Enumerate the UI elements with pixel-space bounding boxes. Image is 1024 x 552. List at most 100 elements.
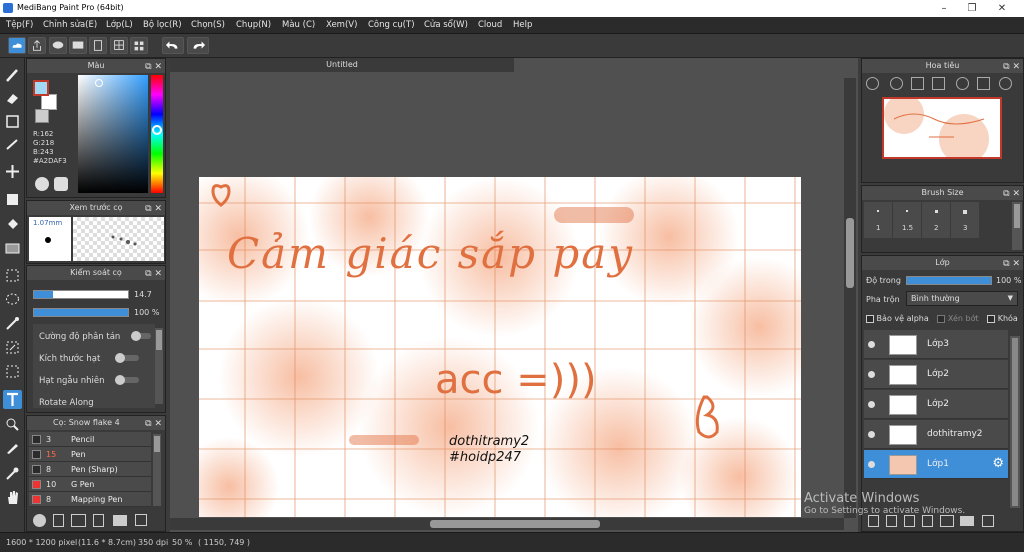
random-particle-slider[interactable] bbox=[115, 375, 139, 385]
visibility-icon[interactable] bbox=[868, 431, 875, 438]
brush-opacity-value[interactable]: 100 % bbox=[134, 308, 159, 317]
protect-alpha-checkbox[interactable] bbox=[866, 314, 874, 323]
magic-wand-icon[interactable] bbox=[3, 314, 22, 333]
new-folder-layer-icon[interactable] bbox=[904, 515, 915, 527]
add-brush-icon[interactable] bbox=[33, 514, 46, 527]
particle-size-slider[interactable] bbox=[115, 353, 139, 363]
brush-item[interactable]: 3 Pencil bbox=[29, 432, 151, 447]
new-layer-icon[interactable] bbox=[868, 515, 879, 527]
select-tool-icon[interactable] bbox=[3, 266, 22, 285]
select-pen-icon[interactable] bbox=[3, 338, 22, 357]
new-brush-icon[interactable] bbox=[53, 514, 64, 527]
zoom-in-icon[interactable] bbox=[866, 77, 879, 90]
lock-checkbox[interactable] bbox=[987, 314, 996, 323]
rectangle-tool-icon[interactable] bbox=[3, 112, 22, 131]
horizontal-scrollbar[interactable] bbox=[170, 518, 844, 530]
brush-size-preset[interactable]: 1 bbox=[864, 202, 892, 238]
select-eraser-icon[interactable] bbox=[3, 362, 22, 381]
pen-tool-icon[interactable] bbox=[3, 438, 22, 457]
bucket-tool-icon[interactable] bbox=[3, 215, 22, 234]
share-icon[interactable] bbox=[28, 37, 46, 54]
gear-icon[interactable]: ⚙ bbox=[992, 456, 1004, 471]
document-icon[interactable] bbox=[89, 37, 107, 54]
brush-list-scrollbar[interactable] bbox=[153, 434, 161, 506]
brush-size-preset[interactable]: 3 bbox=[951, 202, 979, 238]
palette-icon[interactable] bbox=[54, 177, 68, 191]
foreground-color-swatch[interactable] bbox=[33, 80, 49, 96]
background-color-swatch[interactable] bbox=[41, 94, 57, 110]
menu-tools[interactable]: Công cụ(T) bbox=[368, 20, 415, 30]
visibility-icon[interactable] bbox=[868, 401, 875, 408]
new-halftone-layer-icon[interactable] bbox=[886, 515, 897, 527]
menu-window[interactable]: Cửa sổ(W) bbox=[424, 20, 468, 30]
layer-row[interactable]: Lớp2 bbox=[864, 360, 1008, 389]
menu-cloud[interactable]: Cloud bbox=[478, 20, 502, 30]
menu-edit[interactable]: Chỉnh sửa(E) bbox=[43, 20, 97, 30]
transparent-swatch[interactable] bbox=[35, 109, 49, 123]
brush-size-preset[interactable]: 1.5 bbox=[893, 202, 921, 238]
brush-size-preset[interactable]: 2 bbox=[922, 202, 950, 238]
folder-icon[interactable] bbox=[113, 515, 127, 526]
layer-row-selected[interactable]: Lớp1 ⚙ bbox=[864, 450, 1008, 479]
layer-list-scrollbar[interactable] bbox=[1010, 336, 1020, 508]
rotate-right-icon[interactable] bbox=[999, 77, 1012, 90]
brush-item[interactable]: 8 Pen (Sharp) bbox=[29, 462, 151, 477]
fill-rect-tool-icon[interactable] bbox=[3, 190, 22, 209]
actual-size-icon[interactable] bbox=[932, 77, 945, 90]
layer-opacity-slider[interactable] bbox=[906, 276, 992, 285]
layer-row[interactable]: dothitramy2 bbox=[864, 420, 1008, 449]
operation-tool-icon[interactable] bbox=[3, 415, 22, 434]
navigator-thumbnail[interactable] bbox=[882, 97, 1002, 159]
lasso-tool-icon[interactable] bbox=[3, 290, 22, 309]
brush-item[interactable]: 8 Mapping Pen bbox=[29, 492, 151, 507]
brush-size-value[interactable]: 14.7 bbox=[134, 290, 152, 299]
eraser-tool-icon[interactable] bbox=[3, 89, 22, 108]
delete-layer-icon[interactable] bbox=[982, 515, 994, 527]
duplicate-layer-icon[interactable] bbox=[922, 515, 933, 527]
layer-row[interactable]: Lớp2 bbox=[864, 390, 1008, 419]
folder-icon[interactable] bbox=[960, 516, 974, 526]
brush-item[interactable]: 10 G Pen bbox=[29, 477, 151, 492]
panel-controls-icon[interactable]: ⧉ ✕ bbox=[145, 417, 162, 431]
layer-opacity-value[interactable]: 100 % bbox=[996, 276, 1021, 285]
brush-size-scrollbar[interactable] bbox=[1012, 202, 1022, 250]
duplicate-brush-icon[interactable] bbox=[135, 514, 147, 526]
brush-opacity-slider[interactable] bbox=[33, 308, 129, 317]
gradient-tool-icon[interactable] bbox=[3, 239, 22, 258]
move-tool-icon[interactable] bbox=[3, 162, 22, 181]
menu-view[interactable]: Xem(V) bbox=[326, 20, 357, 30]
brush-control-scrollbar[interactable] bbox=[155, 328, 163, 404]
panel-controls-icon[interactable]: ⧉ ✕ bbox=[1003, 187, 1020, 201]
menu-select[interactable]: Chọn(S) bbox=[191, 20, 225, 30]
cloud-icon[interactable] bbox=[8, 37, 26, 54]
menu-layer[interactable]: Lớp(L) bbox=[106, 20, 133, 30]
brush-menu-icon[interactable] bbox=[71, 514, 86, 527]
panel-controls-icon[interactable]: ⧉ ✕ bbox=[145, 267, 162, 281]
eyedropper-icon[interactable] bbox=[3, 464, 22, 483]
menu-color[interactable]: Màu (C) bbox=[282, 20, 315, 30]
panel-controls-icon[interactable]: ⧉ ✕ bbox=[145, 202, 162, 216]
brush-tool-icon[interactable] bbox=[3, 66, 22, 85]
layer-row[interactable]: Lớp3 bbox=[864, 330, 1008, 359]
redo-icon[interactable] bbox=[187, 37, 209, 54]
chat-icon[interactable] bbox=[49, 37, 67, 54]
vertical-scrollbar[interactable] bbox=[844, 78, 856, 518]
visibility-icon[interactable] bbox=[868, 341, 875, 348]
text-tool-icon[interactable] bbox=[3, 390, 22, 409]
menu-filter[interactable]: Bộ lọc(R) bbox=[143, 20, 182, 30]
brush-size-slider[interactable] bbox=[33, 290, 129, 299]
tiles-icon[interactable] bbox=[130, 37, 148, 54]
grid-icon[interactable] bbox=[110, 37, 128, 54]
hue-slider[interactable] bbox=[151, 75, 163, 193]
maximize-button[interactable]: ❐ bbox=[958, 1, 986, 16]
saturation-value-picker[interactable] bbox=[78, 75, 148, 193]
undo-icon[interactable] bbox=[162, 37, 184, 54]
line-tool-icon[interactable] bbox=[3, 135, 22, 154]
visibility-icon[interactable] bbox=[868, 461, 875, 468]
close-button[interactable]: ✕ bbox=[988, 1, 1016, 16]
scatter-intensity-toggle[interactable] bbox=[131, 331, 151, 341]
layer-menu-icon[interactable] bbox=[940, 515, 954, 527]
blend-mode-select[interactable]: Bình thường ▼ bbox=[906, 291, 1018, 306]
minimize-button[interactable]: – bbox=[930, 1, 958, 16]
panel-controls-icon[interactable]: ⧉ ✕ bbox=[1003, 257, 1020, 271]
